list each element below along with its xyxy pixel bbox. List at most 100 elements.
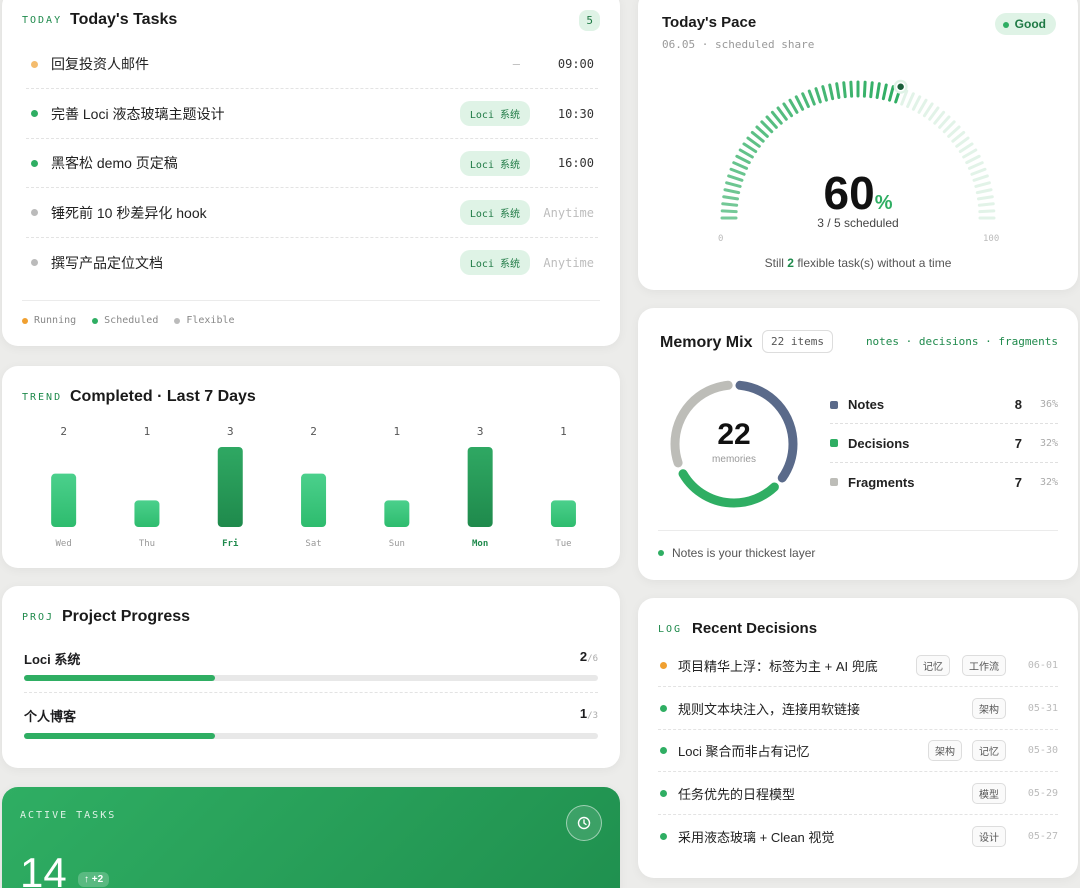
gauge-tick: [911, 95, 922, 111]
gauge-tick: [869, 81, 874, 99]
trend-bar-value: 1: [144, 425, 151, 438]
active-tasks-label: ACTIVE TASKS: [20, 810, 117, 821]
legend-dot-icon: [174, 317, 181, 324]
gauge-tick: [750, 130, 765, 143]
trend-bar[interactable]: [384, 500, 410, 527]
memory-count-badge: 22 items: [762, 330, 833, 353]
memory-title: Memory Mix: [660, 334, 753, 351]
legend-item: Scheduled: [92, 315, 158, 326]
trend-x-label: Sat: [305, 539, 321, 549]
decision-tag-chip[interactable]: 工作流: [962, 655, 1006, 676]
gauge-tick: [776, 106, 788, 121]
task-tag-empty: –: [512, 57, 520, 71]
decision-row[interactable]: 规则文本块注入，连接用软链接 架构 05-31: [658, 688, 1058, 730]
task-status-dot-icon: [31, 110, 38, 117]
task-row[interactable]: 锤死前 10 秒差异化 hook Loci 系统 Anytime: [26, 189, 598, 238]
trend-bar[interactable]: [301, 473, 327, 527]
gauge-tick: [801, 92, 810, 109]
trend-x-label: Wed: [56, 539, 72, 549]
memory-type-count: 8: [1014, 397, 1022, 412]
trend-bar[interactable]: [134, 500, 160, 527]
decision-date: 06-01: [1027, 660, 1058, 671]
decision-text: 规则文本块注入，连接用软链接: [678, 701, 861, 717]
memory-filter-links[interactable]: notes · decisions · fragments: [866, 335, 1058, 348]
legend-dot-icon: [22, 317, 28, 324]
task-status-dot-icon: [31, 259, 38, 266]
task-row[interactable]: 回复投资人邮件 – 09:00: [26, 40, 598, 89]
pace-scheduled: 3 / 5 scheduled: [817, 216, 899, 230]
gauge-tick: [849, 80, 854, 98]
decision-dot-icon: [660, 704, 667, 712]
decision-tag-chip[interactable]: 模型: [972, 782, 1006, 804]
tasks-divider: [22, 300, 600, 301]
memory-type-label: Fragments: [848, 474, 915, 490]
gauge-tick: [951, 130, 966, 143]
decision-date: 05-27: [1027, 830, 1058, 842]
trend-bar[interactable]: [550, 500, 576, 527]
trend-x-label: Sun: [389, 539, 405, 549]
trend-bar-value: 2: [310, 425, 317, 438]
memory-type-label: Notes: [848, 397, 885, 412]
task-time: 09:00: [557, 57, 594, 71]
project-card: PROJ Project Progress Loci 系统 2/6 个人博客 1…: [2, 586, 620, 768]
gauge-tick: [922, 102, 934, 118]
gauge-tick: [770, 110, 783, 125]
gauge-tick: [735, 154, 751, 165]
legend-dot-icon: [92, 317, 99, 324]
decision-row[interactable]: 任务优先的日程模型 模型 05-29: [658, 773, 1058, 815]
project-progress-fill: [24, 733, 216, 739]
gauge-marker: [895, 82, 906, 92]
trend-bar[interactable]: [217, 447, 243, 527]
clock-button[interactable]: [566, 805, 602, 841]
gauge-tick: [965, 154, 981, 165]
gauge-tick: [933, 110, 946, 125]
gauge-tick: [835, 82, 841, 100]
memory-card: Memory Mix 22 items notes · decisions · …: [638, 308, 1078, 580]
decision-text: 项目精华上浮：标签为主 + AI 兜底: [678, 659, 878, 674]
gauge-tick: [738, 148, 754, 159]
decision-tag-chip[interactable]: 架构: [972, 697, 1006, 719]
gauge-min-label: 0: [718, 234, 724, 244]
decisions-tag: LOG: [658, 624, 683, 635]
project-tag: PROJ: [22, 612, 55, 623]
gauge-tick: [938, 115, 951, 129]
memory-legend-row[interactable]: Decisions 7 32%: [830, 425, 1058, 463]
decision-row[interactable]: 采用液态玻璃 + Clean 视觉 设计 05-27: [658, 815, 1058, 857]
memory-footer: Notes is your thickest layer: [658, 546, 815, 560]
memory-legend-row[interactable]: Notes 8 36%: [830, 386, 1058, 424]
task-row[interactable]: 完善 Loci 液态玻璃主题设计 Loci 系统 10:30: [26, 90, 598, 139]
task-status-dot-icon: [31, 209, 38, 216]
gauge-tick: [782, 102, 794, 118]
decision-dot-icon: [660, 789, 667, 797]
decision-row[interactable]: Loci 聚合而非占有记忆 记忆 架构 05-30: [658, 730, 1058, 772]
project-divider: [24, 692, 598, 693]
gauge-tick: [888, 85, 895, 102]
gauge-tick: [955, 136, 970, 148]
decision-dot-icon: [660, 832, 667, 840]
gauge-tick: [842, 81, 847, 99]
gauge-tick: [760, 120, 774, 134]
trend-bar[interactable]: [467, 447, 493, 527]
memory-type-count: 7: [1014, 435, 1022, 451]
decision-tag-chip[interactable]: 设计: [972, 825, 1006, 847]
clock-icon: [577, 816, 591, 830]
trend-bar[interactable]: [51, 473, 77, 527]
trend-x-label: Mon: [472, 539, 488, 549]
gauge-tick: [794, 95, 805, 111]
tasks-legend: Running Scheduled Flexible: [22, 315, 235, 326]
task-row[interactable]: 撰写产品定位文档 Loci 系统 Anytime: [26, 238, 598, 287]
decision-tag-chip[interactable]: 记忆: [972, 740, 1006, 761]
task-project-chip[interactable]: Loci 系统: [459, 200, 530, 225]
task-project-chip[interactable]: Loci 系统: [459, 250, 530, 275]
project-progress-bar: [24, 675, 598, 681]
gauge-tick: [947, 125, 961, 138]
memory-legend-row[interactable]: Fragments 7 32%: [830, 463, 1058, 501]
decision-tag-chip[interactable]: 架构: [928, 740, 962, 761]
task-row[interactable]: 黑客松 demo 页定稿 Loci 系统 16:00: [26, 139, 598, 188]
decision-tag-chip[interactable]: 记忆: [916, 655, 950, 676]
task-project-chip[interactable]: Loci 系统: [459, 101, 530, 126]
task-project-chip[interactable]: Loci 系统: [459, 150, 530, 176]
decision-row[interactable]: 项目精华上浮：标签为主 + AI 兜底 工作流 记忆 06-01: [658, 645, 1058, 687]
gauge-tick: [928, 106, 940, 121]
pace-card: Today's Pace Good 06.05 · scheduled shar…: [638, 0, 1078, 290]
